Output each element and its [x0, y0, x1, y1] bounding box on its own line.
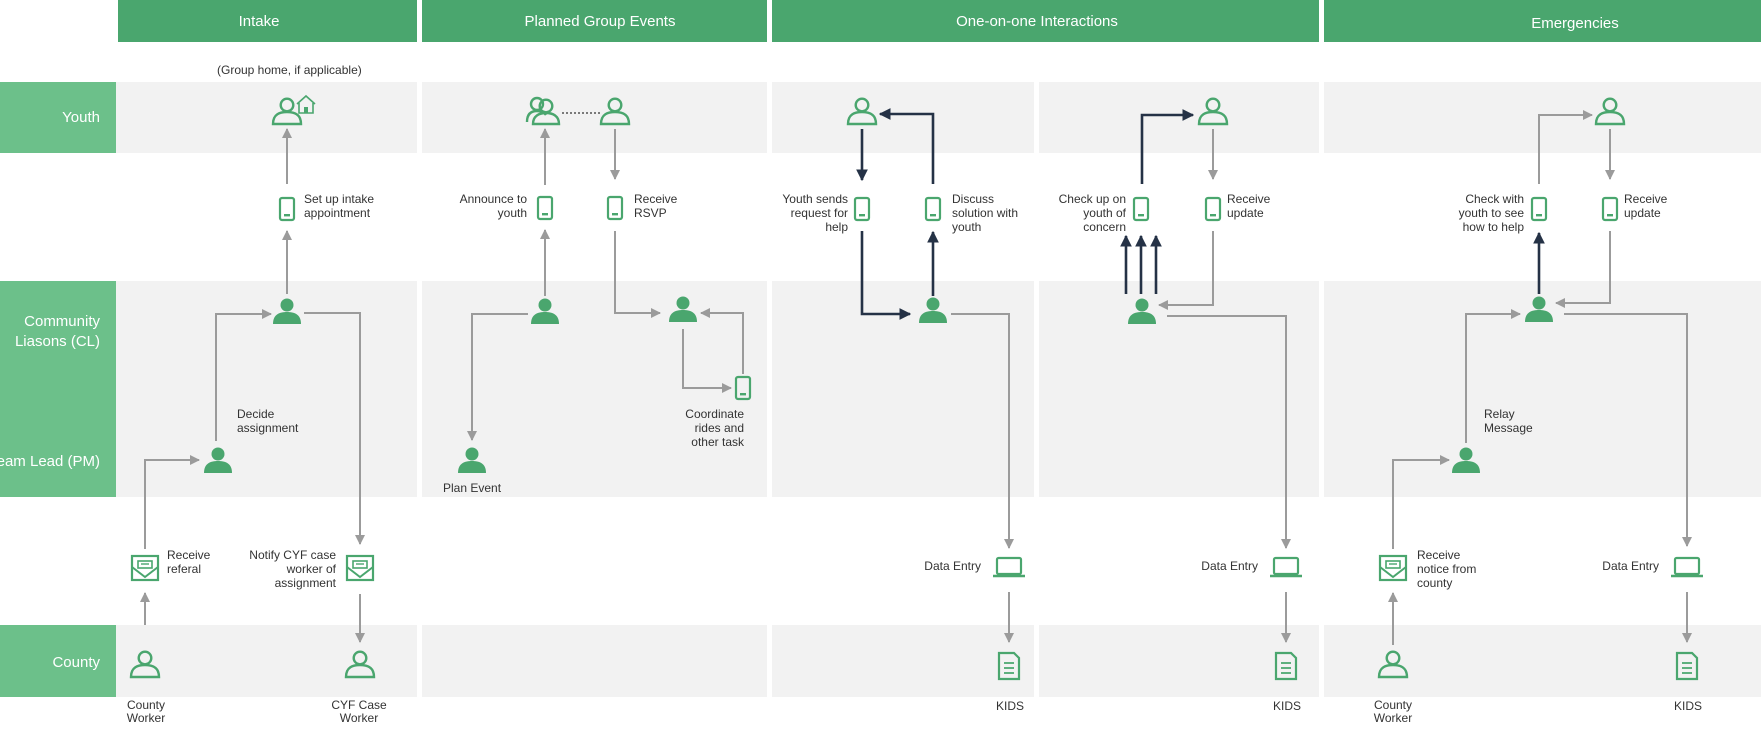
- background: [0, 0, 1761, 743]
- relay-label-2: Message: [1484, 421, 1533, 435]
- laptop-icon: [1268, 556, 1304, 578]
- envelope-icon: [130, 554, 160, 582]
- column-headers: Intake Planned Group Events One-on-one I…: [118, 0, 1761, 42]
- phone-icon: [1601, 196, 1619, 222]
- county-worker-label-1: County: [1374, 698, 1412, 712]
- column-title-intake: Intake: [239, 13, 280, 30]
- recv-update-label-1: Receive: [1227, 192, 1271, 206]
- lane-pm: Team Lead (PM): [0, 453, 100, 470]
- cyf-case-label-1: CYF Case: [331, 698, 387, 712]
- rsvp-label-1: Receive: [634, 192, 678, 206]
- data-entry-label: Data Entry: [1201, 559, 1258, 573]
- checkup-label-2: youth of: [1083, 206, 1126, 220]
- kids-label: KIDS: [1273, 699, 1301, 713]
- checkup-label-1: Check up on: [1059, 192, 1126, 206]
- receive-referal-label-1: Receive: [167, 548, 211, 562]
- relay-label-1: Relay: [1484, 407, 1515, 421]
- kids-label: KIDS: [996, 699, 1024, 713]
- checkwith-label-3: how to help: [1463, 220, 1525, 234]
- decide-label-2: assignment: [237, 421, 299, 435]
- notify-label-2: worker of: [286, 562, 337, 576]
- column-title-one-on-one: One-on-one Interactions: [956, 13, 1118, 30]
- phone-icon: [1132, 196, 1150, 222]
- sends-label-1: Youth sends: [782, 192, 848, 206]
- receive-referal-label-2: referal: [167, 562, 201, 576]
- envelope-icon: [1378, 554, 1408, 582]
- phone-icon: [278, 196, 296, 222]
- kids-label: KIDS: [1674, 699, 1702, 713]
- group-home-label: (Group home, if applicable): [217, 63, 362, 77]
- sends-label-2: request for: [791, 206, 848, 220]
- announce-label-2: youth: [498, 206, 527, 220]
- envelope-icon: [345, 554, 375, 582]
- county-worker-label-2: Worker: [1374, 711, 1412, 725]
- rsvp-label-2: RSVP: [634, 206, 667, 220]
- sends-label-3: help: [825, 220, 848, 234]
- checkup-label-3: concern: [1083, 220, 1126, 234]
- data-entry-label: Data Entry: [1602, 559, 1659, 573]
- phone-icon: [606, 195, 624, 221]
- phone-icon: [853, 196, 871, 222]
- discuss-label-2: solution with: [952, 206, 1018, 220]
- recv-update-label-2: update: [1624, 206, 1661, 220]
- laptop-icon: [1669, 556, 1705, 578]
- notice-label-3: county: [1417, 576, 1452, 590]
- recv-update-label-2: update: [1227, 206, 1264, 220]
- lane-cl-line1: Community: [24, 313, 100, 330]
- county-worker-label-2: Worker: [127, 711, 165, 725]
- county-worker-label-1: County: [127, 698, 165, 712]
- lane-labels: Youth Community Liasons (CL) Team Lead (…: [0, 82, 116, 697]
- column-title-group-events: Planned Group Events: [525, 13, 676, 30]
- coord-label-2: rides and: [695, 421, 744, 435]
- phone-icon: [1204, 196, 1222, 222]
- discuss-label-1: Discuss: [952, 192, 994, 206]
- plan-event-label: Plan Event: [443, 481, 502, 495]
- checkwith-label-2: youth to see: [1459, 206, 1525, 220]
- recv-update-label-1: Receive: [1624, 192, 1668, 206]
- phone-icon: [924, 196, 942, 222]
- lane-youth: Youth: [62, 109, 100, 126]
- decide-label-1: Decide: [237, 407, 275, 421]
- cyf-case-label-2: Worker: [340, 711, 378, 725]
- phone-icon: [536, 195, 554, 221]
- discuss-label-3: youth: [952, 220, 981, 234]
- lane-cl-line2: Liasons (CL): [15, 333, 100, 350]
- notice-label-2: notice from: [1417, 562, 1476, 576]
- notice-label-1: Receive: [1417, 548, 1461, 562]
- notify-label-3: assignment: [275, 576, 337, 590]
- coord-label-1: Coordinate: [685, 407, 744, 421]
- notify-label-1: Notify CYF case: [249, 548, 336, 562]
- lane-county: County: [52, 654, 100, 671]
- phone-icon: [1530, 196, 1548, 222]
- checkwith-label-1: Check with: [1465, 192, 1524, 206]
- announce-label-1: Announce to: [460, 192, 528, 206]
- data-entry-label: Data Entry: [924, 559, 981, 573]
- laptop-icon: [991, 556, 1027, 578]
- setup-label-2: appointment: [304, 206, 371, 220]
- column-title-emergencies: Emergencies: [1531, 15, 1619, 32]
- coord-label-3: other task: [691, 435, 745, 449]
- service-flow-diagram: Intake Planned Group Events One-on-one I…: [0, 0, 1761, 743]
- setup-label-1: Set up intake: [304, 192, 374, 206]
